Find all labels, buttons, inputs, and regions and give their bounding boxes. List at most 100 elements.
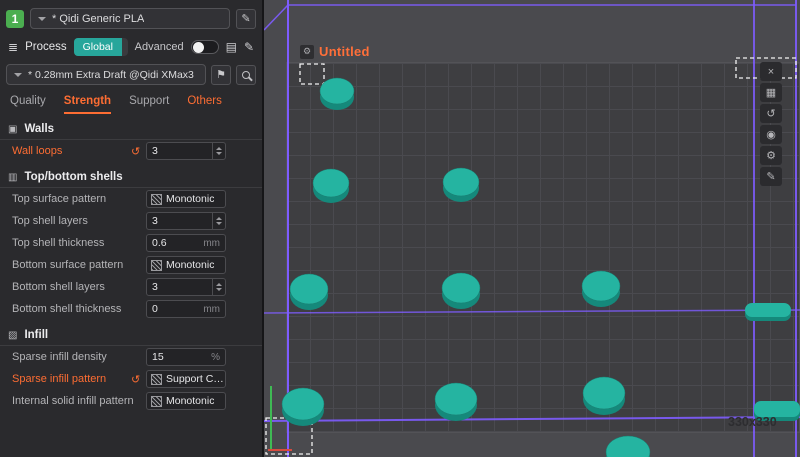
input-value: 0.6: [147, 237, 203, 249]
bottom-surface-pattern-select[interactable]: Monotonic: [146, 256, 226, 274]
viewport-3d[interactable]: ⚙ Untitled 330x330 × ▦ ↺ ◉ ⚙ ✎: [262, 0, 800, 457]
model-object-disc[interactable]: [583, 377, 625, 415]
magnifier-glyph: [242, 71, 250, 79]
unit-label: %: [211, 352, 225, 363]
chevron-down-icon: [14, 73, 22, 77]
save-preset-icon[interactable]: ⚑: [211, 65, 231, 85]
pattern-swatch-icon: [151, 396, 162, 407]
filament-bar: 1 * Qidi Generic PLA ✎: [0, 0, 262, 33]
plate-close-icon[interactable]: ×: [760, 62, 782, 81]
section-header-infill[interactable]: ▨ Infill: [0, 323, 262, 346]
shells-icon: ▥: [8, 172, 17, 183]
tab-strength[interactable]: Strength: [64, 95, 111, 114]
toggle-knob: [193, 42, 204, 53]
reset-icon[interactable]: ↺: [131, 373, 140, 386]
filament-slot-badge[interactable]: 1: [6, 10, 24, 28]
setting-row-internal-solid-infill-pattern: Internal solid infill pattern Monotonic: [0, 390, 262, 412]
section-title: Infill: [24, 329, 48, 341]
edit-filament-icon[interactable]: ✎: [236, 9, 256, 29]
input-value: 3: [147, 215, 212, 227]
spin-down-icon[interactable]: [216, 222, 222, 225]
model-object-disc[interactable]: [290, 274, 328, 310]
setting-label: Top shell layers: [12, 215, 88, 227]
profile-bar: * 0.28mm Extra Draft @Qidi XMax3 ⚑: [0, 60, 262, 87]
reset-icon[interactable]: ↺: [131, 145, 140, 158]
scene-overlay: [264, 0, 800, 457]
model-object-disc[interactable]: [606, 436, 650, 457]
spin-up-icon[interactable]: [216, 217, 222, 220]
select-value: Monotonic: [162, 395, 214, 407]
search-icon[interactable]: [236, 65, 256, 85]
plate-boundary-markers: [266, 58, 796, 454]
top-surface-pattern-select[interactable]: Monotonic: [146, 190, 226, 208]
setting-label: Sparse infill density: [12, 351, 107, 363]
section-title: Top/bottom shells: [24, 171, 122, 183]
bottom-shell-thickness-input[interactable]: 0 mm: [146, 300, 226, 318]
tab-quality[interactable]: Quality: [10, 95, 46, 114]
process-preset-select[interactable]: * 0.28mm Extra Draft @Qidi XMax3: [6, 64, 206, 85]
settings-sidebar: 1 * Qidi Generic PLA ✎ ≣ Process Global …: [0, 0, 262, 457]
setting-label: Top surface pattern: [12, 193, 106, 205]
setting-row-sparse-infill-density: Sparse infill density 15 %: [0, 346, 262, 368]
bottom-shell-layers-input[interactable]: 3: [146, 278, 226, 296]
slicer-app: 1 * Qidi Generic PLA ✎ ≣ Process Global …: [0, 0, 800, 457]
section-header-shells[interactable]: ▥ Top/bottom shells: [0, 165, 262, 188]
plate-arrange-icon[interactable]: ▦: [760, 83, 782, 102]
pattern-swatch-icon: [151, 260, 162, 271]
section-header-walls[interactable]: ▣ Walls: [0, 117, 262, 140]
tab-others[interactable]: Others: [187, 95, 222, 114]
plate-rotate-icon[interactable]: ↺: [760, 104, 782, 123]
select-value: Monotonic: [162, 259, 214, 271]
select-value: Support Cu...: [162, 373, 225, 385]
section-title: Walls: [24, 123, 54, 135]
build-volume-lines: [264, 0, 800, 457]
input-value: 15: [147, 351, 211, 363]
spin-up-icon[interactable]: [216, 283, 222, 286]
setting-label: Top shell thickness: [12, 237, 104, 249]
spin-down-icon[interactable]: [216, 288, 222, 291]
spinner-arrows[interactable]: [212, 143, 225, 159]
model-object-disc[interactable]: [443, 168, 479, 202]
plate-lock-icon[interactable]: ◉: [760, 125, 782, 144]
top-shell-thickness-input[interactable]: 0.6 mm: [146, 234, 226, 252]
internal-solid-infill-pattern-select[interactable]: Monotonic: [146, 392, 226, 410]
top-shell-layers-input[interactable]: 3: [146, 212, 226, 230]
wall-loops-input[interactable]: 3: [146, 142, 226, 160]
model-object-disc[interactable]: [313, 169, 349, 203]
setting-label: Bottom surface pattern: [12, 259, 123, 271]
advanced-label: Advanced: [135, 41, 184, 53]
spin-up-icon[interactable]: [216, 147, 222, 150]
model-object-disc[interactable]: [745, 303, 791, 321]
pattern-swatch-icon: [151, 194, 162, 205]
process-bar: ≣ Process Global Objects Advanced ▤ ✎: [0, 33, 262, 60]
plate-edit-icon[interactable]: ✎: [760, 167, 782, 186]
input-value: 3: [147, 145, 212, 157]
model-object-disc[interactable]: [320, 78, 354, 110]
setting-label: Wall loops: [12, 145, 62, 157]
edit-params-icon[interactable]: ✎: [244, 40, 254, 54]
model-object-disc[interactable]: [582, 271, 620, 307]
spinner-arrows[interactable]: [212, 279, 225, 295]
input-value: 0: [147, 303, 203, 315]
spin-down-icon[interactable]: [216, 152, 222, 155]
model-object-disc[interactable]: [282, 388, 324, 426]
setting-row-bottom-surface-pattern: Bottom surface pattern Monotonic: [0, 254, 262, 276]
sparse-infill-density-input[interactable]: 15 %: [146, 348, 226, 366]
plate-settings-icon[interactable]: ⚙: [760, 146, 782, 165]
tab-support[interactable]: Support: [129, 95, 169, 114]
unit-label: mm: [203, 238, 225, 249]
model-object-disc[interactable]: [435, 383, 477, 421]
list-settings-icon[interactable]: ▤: [226, 40, 237, 54]
model-objects: [282, 78, 650, 457]
advanced-toggle[interactable]: [191, 40, 219, 54]
filament-preset-select[interactable]: * Qidi Generic PLA: [30, 8, 230, 29]
setting-row-top-surface-pattern: Top surface pattern Monotonic: [0, 188, 262, 210]
scope-objects-button[interactable]: Objects: [122, 38, 128, 56]
model-object-disc[interactable]: [442, 273, 480, 309]
plate-settings-icon[interactable]: ⚙: [300, 45, 314, 59]
process-scope-segment: Global Objects: [74, 38, 128, 56]
sparse-infill-pattern-select[interactable]: Support Cu...: [146, 370, 226, 388]
scope-global-button[interactable]: Global: [74, 38, 122, 56]
spinner-arrows[interactable]: [212, 213, 225, 229]
setting-label: Bottom shell thickness: [12, 303, 121, 315]
